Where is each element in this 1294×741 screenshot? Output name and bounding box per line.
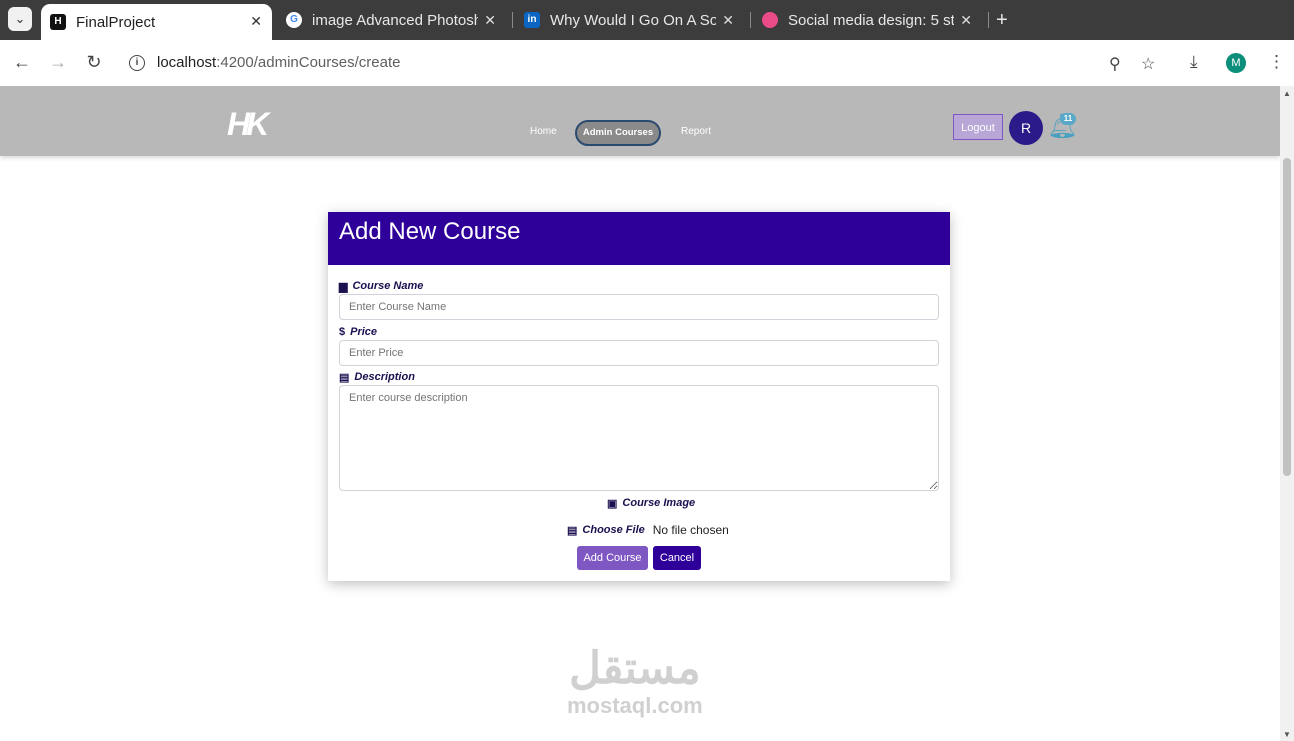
scroll-down-arrow-icon[interactable]: ▼ (1283, 730, 1291, 739)
linkedin-favicon-icon: in (524, 12, 540, 28)
add-course-form: ▆ Course Name $ Price ▤ Description ▣ Co… (339, 278, 939, 570)
file-upload[interactable]: ▤ Choose File No file chosen (567, 522, 729, 538)
tab-separator (988, 12, 989, 28)
google-favicon-icon: G (286, 12, 302, 28)
back-arrow-icon[interactable]: ← (11, 52, 33, 73)
tab-label: FinalProject (76, 13, 156, 31)
logout-button[interactable]: Logout (953, 114, 1003, 140)
finalproject-favicon-icon: H (50, 14, 66, 30)
price-label-text: Price (350, 326, 378, 338)
file-upload-icon: ▤ (567, 524, 578, 537)
tab-label: image Advanced Photosh (312, 11, 478, 29)
new-tab-plus-icon[interactable]: + (996, 9, 1008, 32)
url-host: localhost (157, 54, 217, 71)
url-text[interactable]: localhost:4200/adminCourses/create (157, 54, 400, 71)
price-input[interactable] (339, 340, 939, 366)
user-avatar[interactable]: R (1009, 111, 1043, 145)
url-path: :4200/adminCourses/create (216, 54, 401, 71)
page-scrollbar[interactable]: ▲ ▼ (1280, 86, 1294, 741)
watermark: مستقل mostaql.com (567, 644, 703, 718)
tab-dribbble[interactable]: Social media design: 5 st ✕ (752, 0, 982, 40)
tab-separator (512, 12, 513, 28)
tab-label: Why Would I Go On A So (550, 11, 716, 29)
description-label: ▤ Description (339, 369, 939, 385)
dollar-icon: $ (339, 326, 346, 338)
tab-finalproject[interactable]: H FinalProject ✕ (41, 4, 272, 40)
book-icon: ▆ (339, 280, 348, 293)
close-tab-icon[interactable]: ✕ (722, 12, 734, 29)
profile-avatar[interactable]: M (1226, 53, 1246, 73)
site-logo[interactable]: HK (227, 106, 269, 143)
image-icon: ▣ (607, 497, 618, 510)
choose-file-button[interactable]: Choose File (582, 524, 644, 536)
add-course-card: Add New Course ▆ Course Name $ Price ▤ D… (328, 212, 950, 581)
file-text-icon: ▤ (339, 371, 350, 384)
description-label-text: Description (354, 371, 415, 383)
zoom-icon[interactable]: ⚲ (1109, 54, 1121, 74)
price-label: $ Price (339, 324, 939, 340)
browser-toolbar: ← → ↻ i localhost:4200/adminCourses/crea… (0, 40, 1294, 87)
card-title: Add New Course (328, 212, 950, 265)
notification-badge: 11 (1060, 113, 1076, 125)
add-course-button[interactable]: Add Course (577, 546, 648, 570)
cancel-button[interactable]: Cancel (653, 546, 701, 570)
bookmark-star-icon[interactable]: ☆ (1141, 54, 1155, 74)
dribbble-favicon-icon (762, 12, 778, 28)
watermark-arabic: مستقل (569, 644, 701, 693)
file-status-text: No file chosen (652, 523, 729, 537)
course-image-label-text: Course Image (622, 497, 696, 509)
menu-kebab-icon[interactable]: ⋮ (1268, 52, 1285, 72)
reload-icon[interactable]: ↻ (83, 52, 105, 73)
close-tab-icon[interactable]: ✕ (960, 12, 972, 29)
tab-separator (750, 12, 751, 28)
scrollbar-thumb[interactable] (1283, 158, 1291, 476)
description-textarea[interactable] (339, 385, 939, 491)
scroll-up-arrow-icon[interactable]: ▲ (1283, 89, 1291, 98)
tab-label: Social media design: 5 st (788, 11, 954, 29)
address-bar[interactable]: i localhost:4200/adminCourses/create ⚲ ☆ (120, 46, 1172, 80)
watermark-latin: mostaql.com (567, 693, 703, 718)
tab-strip: ⌄ H FinalProject ✕ G image Advanced Phot… (0, 0, 1294, 40)
page-viewport: HK Home Admin Courses Report Logout R 🔔︎… (0, 86, 1280, 741)
site-navbar: HK Home Admin Courses Report Logout R 🔔︎… (0, 86, 1280, 156)
forward-arrow-icon[interactable]: → (47, 52, 69, 73)
tab-search-icon[interactable]: ⌄ (8, 7, 32, 31)
tab-linkedin[interactable]: in Why Would I Go On A So ✕ (514, 0, 744, 40)
course-image-label: ▣ Course Image (607, 495, 695, 511)
site-info-icon[interactable]: i (129, 55, 145, 71)
download-icon[interactable]: ⤓ (1190, 52, 1198, 72)
course-name-input[interactable] (339, 294, 939, 320)
course-name-label: ▆ Course Name (339, 278, 939, 294)
nav-home-link[interactable]: Home (530, 126, 557, 137)
close-tab-icon[interactable]: ✕ (250, 13, 262, 30)
nav-admin-courses-link[interactable]: Admin Courses (575, 120, 661, 146)
course-name-label-text: Course Name (352, 280, 424, 292)
tab-google-image[interactable]: G image Advanced Photosh ✕ (276, 0, 506, 40)
close-tab-icon[interactable]: ✕ (484, 12, 496, 29)
nav-report-link[interactable]: Report (681, 126, 711, 137)
